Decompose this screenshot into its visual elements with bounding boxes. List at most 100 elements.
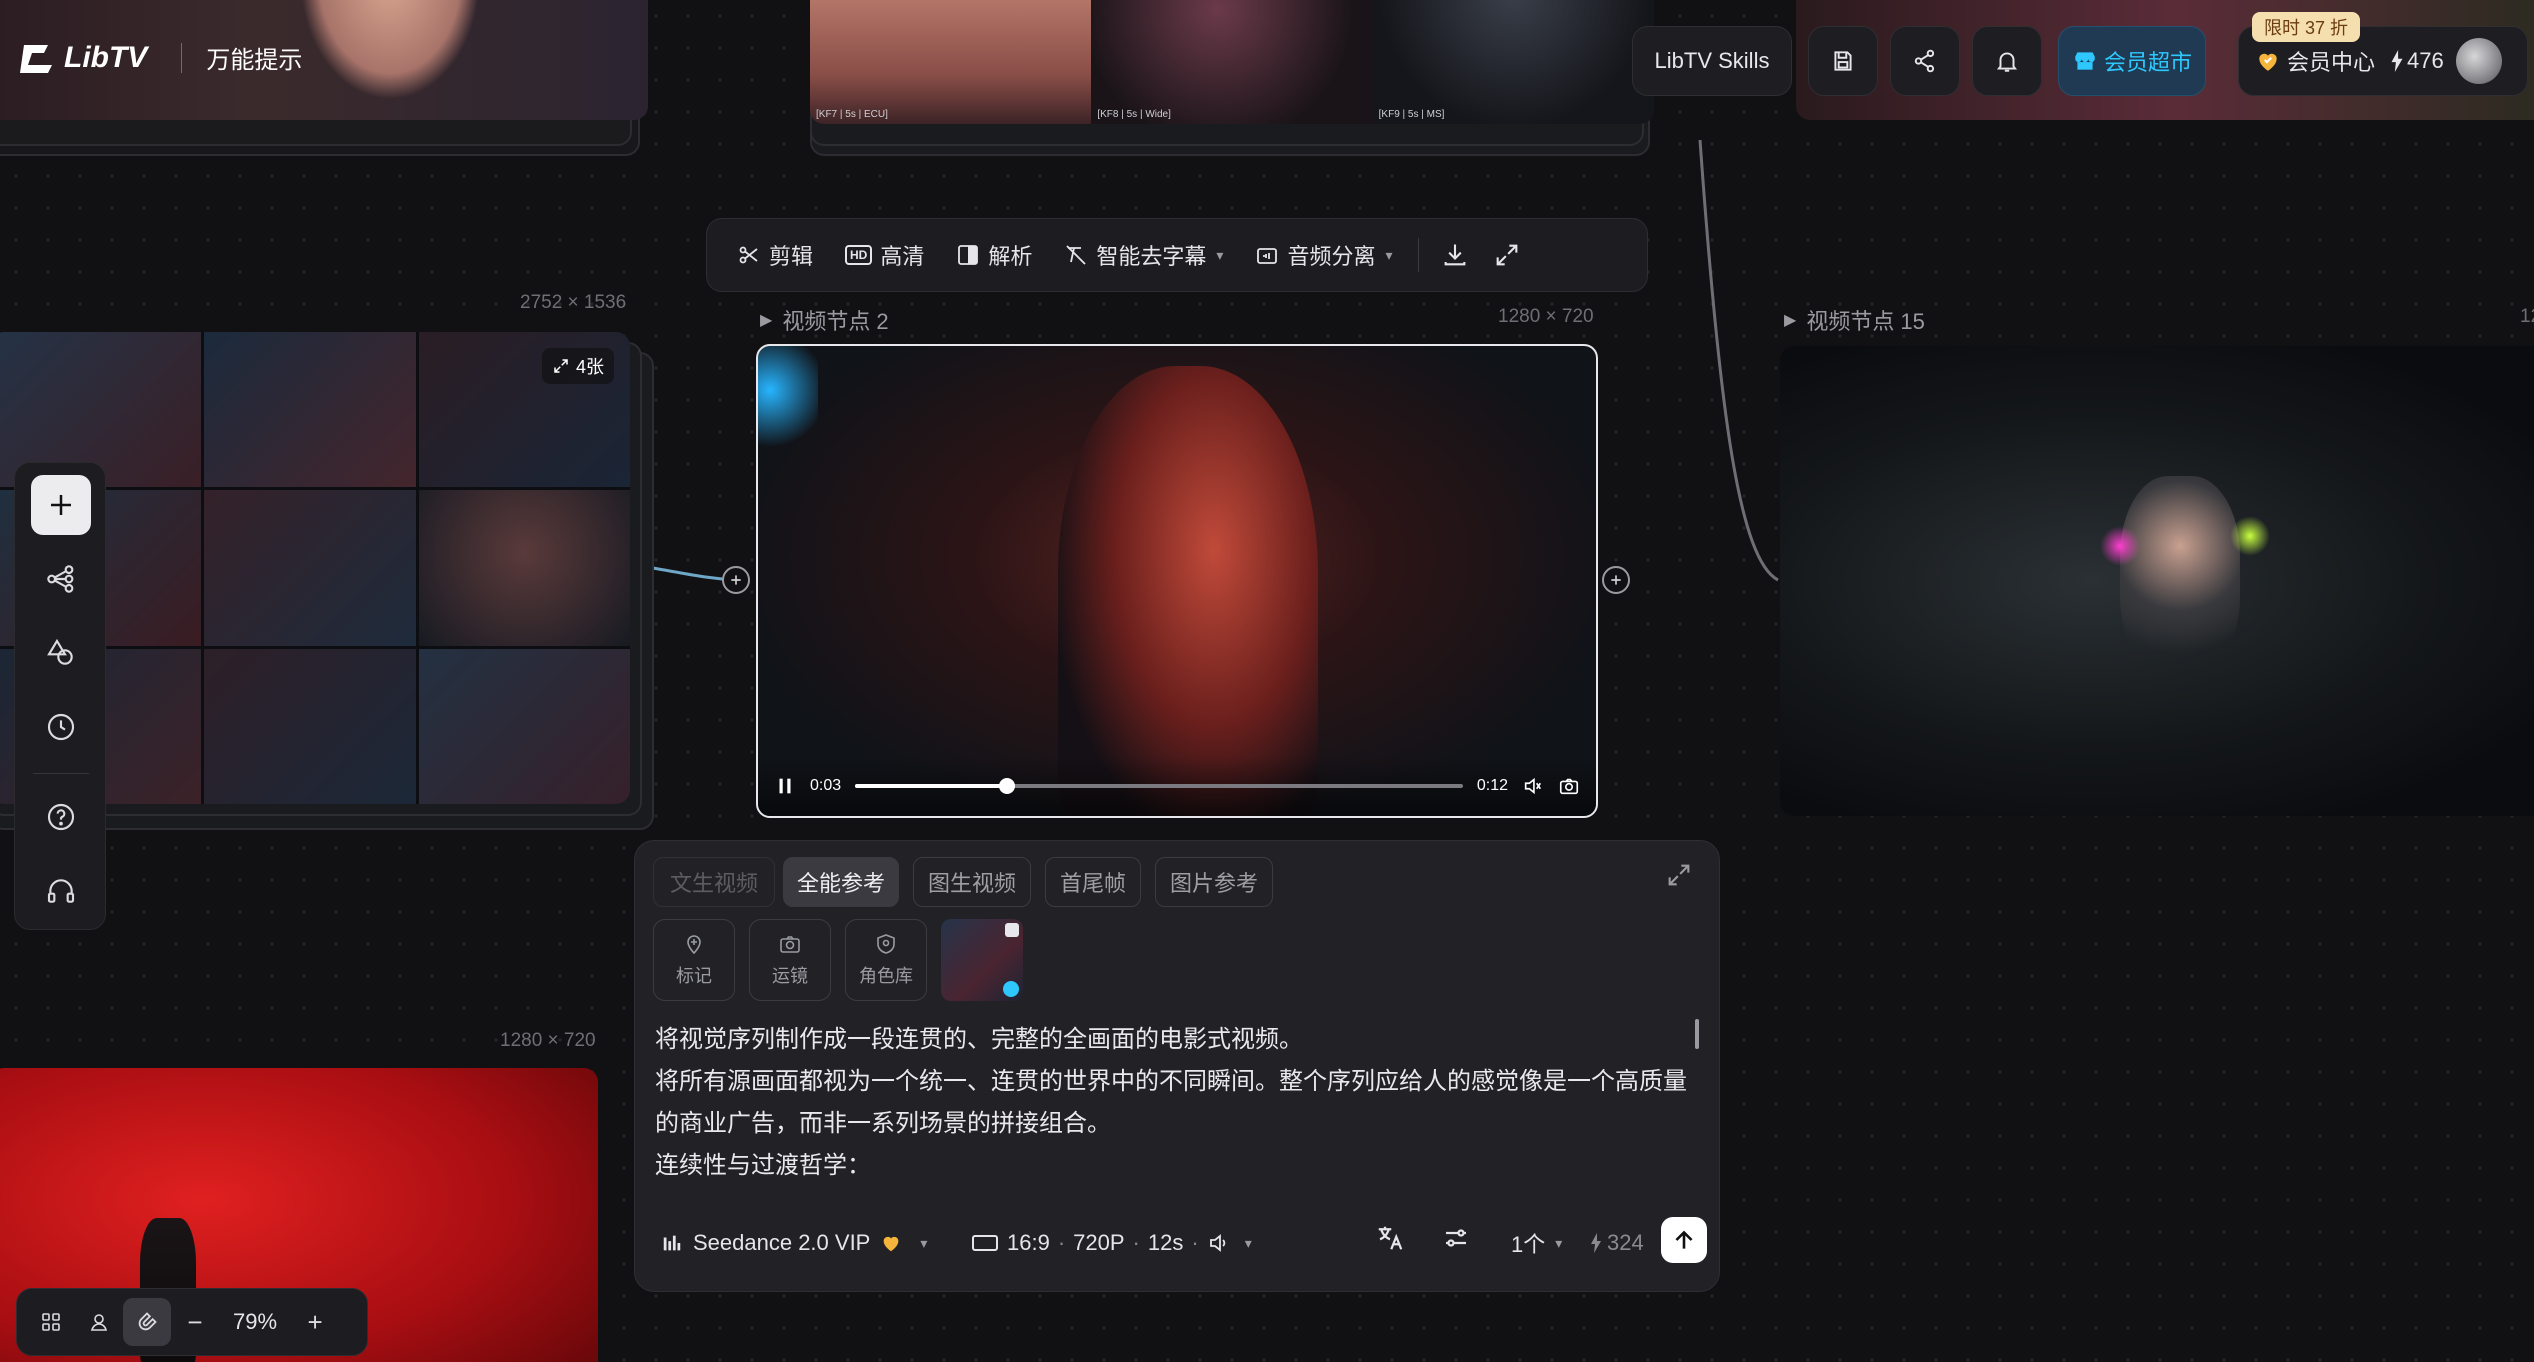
translate-button[interactable]	[1375, 1223, 1405, 1253]
model-selector[interactable]: Seedance 2.0 VIP ▾	[661, 1223, 927, 1263]
red-image-dims: 1280 × 720	[500, 1030, 596, 1051]
output-port[interactable]	[1602, 566, 1630, 594]
video2-progress-handle[interactable]	[999, 778, 1016, 794]
workflow-button[interactable]	[31, 549, 91, 609]
rail-divider	[33, 773, 89, 774]
video15-figure	[2120, 476, 2240, 676]
character-library-button[interactable]: 角色库	[845, 919, 927, 1001]
tab-image-to-video[interactable]: 图生视频	[913, 857, 1031, 907]
camera-tool-button[interactable]: 运镜	[749, 919, 831, 1001]
chevron-down-icon: ▾	[1216, 246, 1224, 263]
add-node-button[interactable]	[31, 475, 91, 535]
image-tile	[204, 332, 416, 488]
audio-split-button[interactable]: 音频分离 ▾	[1239, 229, 1408, 281]
location-plus-icon	[687, 935, 701, 955]
tab-omni-reference[interactable]: 全能参考	[783, 857, 899, 907]
video2-node[interactable]: 0:03 0:12	[756, 344, 1598, 818]
video2-frame-subject	[1058, 366, 1318, 816]
play-triangle-icon: ▶	[1784, 312, 1797, 329]
pause-icon[interactable]	[774, 775, 796, 797]
video15-glow-right	[2230, 516, 2270, 556]
smart-subtitle-button[interactable]: 智能去字幕 ▾	[1048, 229, 1239, 281]
magnet-button[interactable]	[123, 1298, 171, 1346]
reference-thumbnail[interactable]	[941, 919, 1023, 1001]
cut-button[interactable]: 剪辑	[721, 229, 829, 281]
tab-text-to-video[interactable]: 文生视频	[653, 857, 775, 907]
prompt-scrollbar[interactable]	[1695, 1019, 1699, 1049]
shapes-icon	[47, 638, 73, 665]
video15-title: 视频节点 15	[1806, 309, 1925, 334]
zoom-level: 79%	[233, 1309, 278, 1334]
prompt-line[interactable]: 将所有源画面都视为一个统一、连贯的世界中的不同瞬间。整个序列应给人的感觉像是一个…	[655, 1061, 1687, 1103]
audio-split-label: 音频分离	[1287, 244, 1376, 269]
chevron-down-icon: ▾	[1244, 1234, 1252, 1251]
resolution: 720P	[1073, 1230, 1125, 1255]
support-button[interactable]	[31, 861, 91, 921]
hd-button[interactable]: HD 高清	[829, 229, 940, 281]
expand-icon	[554, 359, 568, 373]
cost-display: 324	[1589, 1223, 1644, 1263]
input-port[interactable]	[722, 566, 750, 594]
prompt-line[interactable]: 连续性与过渡哲学：	[655, 1145, 871, 1187]
video2-progress-fill	[855, 784, 1008, 788]
panel-expand-button[interactable]	[1665, 861, 1693, 889]
prompt-line[interactable]: 的商业广告，而非一系列场景的拼接组合。	[655, 1103, 1111, 1145]
mark-tool-button[interactable]: 标记	[653, 919, 735, 1001]
audio-split-icon	[1257, 248, 1278, 264]
image-count-badge[interactable]: 4张	[542, 348, 615, 384]
bar-chart-icon	[663, 1235, 681, 1251]
video2-controls: 0:03 0:12	[758, 756, 1596, 816]
video2-title: 视频节点 2	[782, 309, 889, 334]
smart-subtitle-label: 智能去字幕	[1096, 244, 1207, 269]
assets-button[interactable]	[31, 623, 91, 683]
workflow-icon	[47, 565, 74, 593]
separator-dot: ·	[1191, 1230, 1199, 1255]
user-button[interactable]	[75, 1298, 123, 1346]
shield-icon	[877, 934, 895, 954]
play-triangle-icon: ▶	[760, 312, 773, 329]
history-button[interactable]	[31, 697, 91, 757]
video-settings-selector[interactable]: 16:9 · 720P · 12s · ▾	[971, 1223, 1252, 1263]
aspect-ratio: 16:9	[1007, 1230, 1050, 1255]
video15-node[interactable]	[1780, 346, 2534, 816]
analyze-button[interactable]: 解析	[940, 229, 1048, 281]
volume-icon[interactable]	[1522, 775, 1544, 797]
video2-duration: 0:12	[1476, 777, 1508, 794]
prompt-line[interactable]: 将视觉序列制作成一段连贯的、完整的全画面的电影式视频。	[655, 1019, 1303, 1061]
video15-glow-left	[2100, 526, 2140, 566]
video15-header[interactable]: ▶ 视频节点 15	[1784, 304, 1925, 336]
video2-progress-bar[interactable]	[855, 778, 1463, 794]
mark-tool-label: 标记	[676, 966, 712, 986]
analyze-label: 解析	[988, 244, 1033, 269]
image-count: 4张	[576, 357, 605, 377]
video-toolbar: 剪辑 HD 高清 解析 智能去字幕 ▾ 音频分离 ▾	[706, 218, 1648, 292]
separator-dot: ·	[1132, 1230, 1140, 1255]
cut-label: 剪辑	[769, 244, 814, 269]
camera-icon	[780, 936, 800, 953]
settings-sliders-button[interactable]	[1441, 1223, 1471, 1253]
grid-view-button[interactable]	[27, 1298, 75, 1346]
zoom-out-button[interactable]: −	[171, 1298, 219, 1346]
submit-button[interactable]	[1661, 1217, 1707, 1263]
lightning-icon	[1591, 1233, 1601, 1253]
remove-text-icon	[1066, 245, 1087, 265]
clock-icon	[47, 713, 75, 741]
hd-icon: HD	[845, 245, 873, 265]
help-button[interactable]	[31, 787, 91, 847]
tab-first-last-frame[interactable]: 首尾帧	[1045, 857, 1141, 907]
zoom-bar: − 79% +	[16, 1288, 368, 1356]
tab-image-reference[interactable]: 图片参考	[1155, 857, 1273, 907]
count-selector[interactable]: 1个 ▾	[1511, 1223, 1562, 1263]
download-button[interactable]	[1429, 229, 1481, 281]
chevron-down-icon: ▾	[1385, 246, 1393, 263]
help-icon	[47, 803, 75, 831]
zoom-in-button[interactable]: +	[291, 1298, 339, 1346]
screenshot-icon[interactable]	[1558, 775, 1580, 797]
video2-header[interactable]: ▶ 视频节点 2	[760, 304, 889, 336]
generation-panel: 文生视频 全能参考 图生视频 首尾帧 图片参考 标记 运镜 角色库 将视觉序列制…	[634, 840, 1720, 1292]
video2-dims: 1280 × 720	[1498, 306, 1594, 327]
toolbar-divider	[1418, 238, 1420, 272]
fullscreen-button[interactable]	[1481, 229, 1533, 281]
chevron-down-icon: ▾	[1555, 1234, 1563, 1251]
duration: 12s	[1147, 1230, 1184, 1255]
